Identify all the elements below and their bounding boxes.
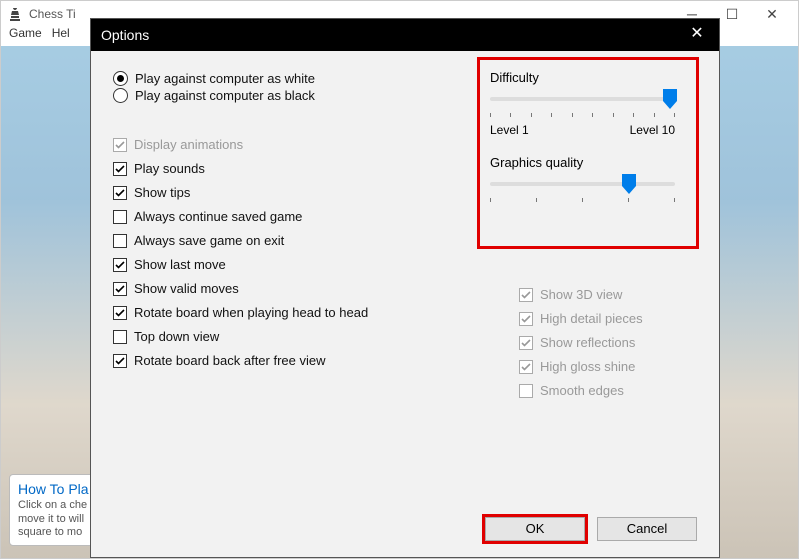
dialog-title: Options	[101, 27, 149, 43]
chk-animations-label: Display animations	[134, 137, 243, 152]
graphics-options-column: Show 3D view High detail pieces Show ref…	[519, 287, 679, 407]
chk-high-detail	[519, 312, 533, 326]
chk-reflections-label: Show reflections	[540, 335, 635, 350]
options-dialog: Options ✕ Play against computer as white…	[90, 18, 720, 558]
chk-show-3d-label: Show 3D view	[540, 287, 622, 302]
chk-sounds-label: Play sounds	[134, 161, 205, 176]
difficulty-min-label: Level 1	[490, 123, 529, 137]
dialog-titlebar: Options ✕	[91, 19, 719, 51]
close-icon[interactable]: ✕	[685, 23, 709, 47]
close-button[interactable]: ✕	[752, 2, 792, 26]
menu-help[interactable]: Hel	[52, 26, 70, 46]
sliders-highlight-box: Difficulty Level 1 Level 10	[477, 57, 699, 249]
menu-game[interactable]: Game	[9, 26, 42, 46]
howto-title: How To Pla	[18, 481, 100, 497]
chk-rotate-h2h-label: Rotate board when playing head to head	[134, 305, 368, 320]
chk-rotate-h2h[interactable]	[113, 306, 127, 320]
difficulty-thumb[interactable]	[663, 89, 677, 109]
chk-rotate-back-label: Rotate board back after free view	[134, 353, 326, 368]
dialog-buttons: OK Cancel	[485, 517, 697, 541]
chk-last-move-label: Show last move	[134, 257, 226, 272]
difficulty-max-label: Level 10	[630, 123, 675, 137]
graphics-thumb[interactable]	[622, 174, 636, 194]
chk-smooth-label: Smooth edges	[540, 383, 624, 398]
options-left-column: Display animations Play sounds Show tips…	[113, 121, 413, 377]
chk-rotate-back[interactable]	[113, 354, 127, 368]
chk-animations	[113, 138, 127, 152]
graphics-slider[interactable]	[490, 176, 675, 206]
chk-save-on-exit[interactable]	[113, 234, 127, 248]
chk-top-down[interactable]	[113, 330, 127, 344]
chk-show-3d	[519, 288, 533, 302]
chk-reflections	[519, 336, 533, 350]
app-icon	[7, 6, 23, 22]
chk-last-move[interactable]	[113, 258, 127, 272]
chk-continue-saved-label: Always continue saved game	[134, 209, 302, 224]
chk-gloss	[519, 360, 533, 374]
radio-play-white[interactable]	[113, 71, 128, 86]
difficulty-title: Difficulty	[490, 70, 686, 85]
play-against-group: Play against computer as white Play agai…	[113, 71, 315, 105]
difficulty-slider[interactable]	[490, 91, 675, 121]
graphics-title: Graphics quality	[490, 155, 686, 170]
radio-play-black-label: Play against computer as black	[135, 88, 315, 103]
difficulty-block: Difficulty Level 1 Level 10	[490, 70, 686, 137]
chk-high-detail-label: High detail pieces	[540, 311, 643, 326]
cancel-button[interactable]: Cancel	[597, 517, 697, 541]
chk-save-on-exit-label: Always save game on exit	[134, 233, 284, 248]
ok-button[interactable]: OK	[485, 517, 585, 541]
main-title: Chess Ti	[29, 7, 76, 21]
chk-sounds[interactable]	[113, 162, 127, 176]
chk-tips[interactable]	[113, 186, 127, 200]
radio-play-black[interactable]	[113, 88, 128, 103]
graphics-block: Graphics quality	[490, 155, 686, 206]
chk-valid-moves[interactable]	[113, 282, 127, 296]
radio-play-white-label: Play against computer as white	[135, 71, 315, 86]
chk-continue-saved[interactable]	[113, 210, 127, 224]
chk-top-down-label: Top down view	[134, 329, 219, 344]
howto-body: Click on a che move it to will square to…	[18, 499, 100, 539]
chk-gloss-label: High gloss shine	[540, 359, 635, 374]
chk-smooth	[519, 384, 533, 398]
chk-tips-label: Show tips	[134, 185, 190, 200]
chk-valid-moves-label: Show valid moves	[134, 281, 239, 296]
